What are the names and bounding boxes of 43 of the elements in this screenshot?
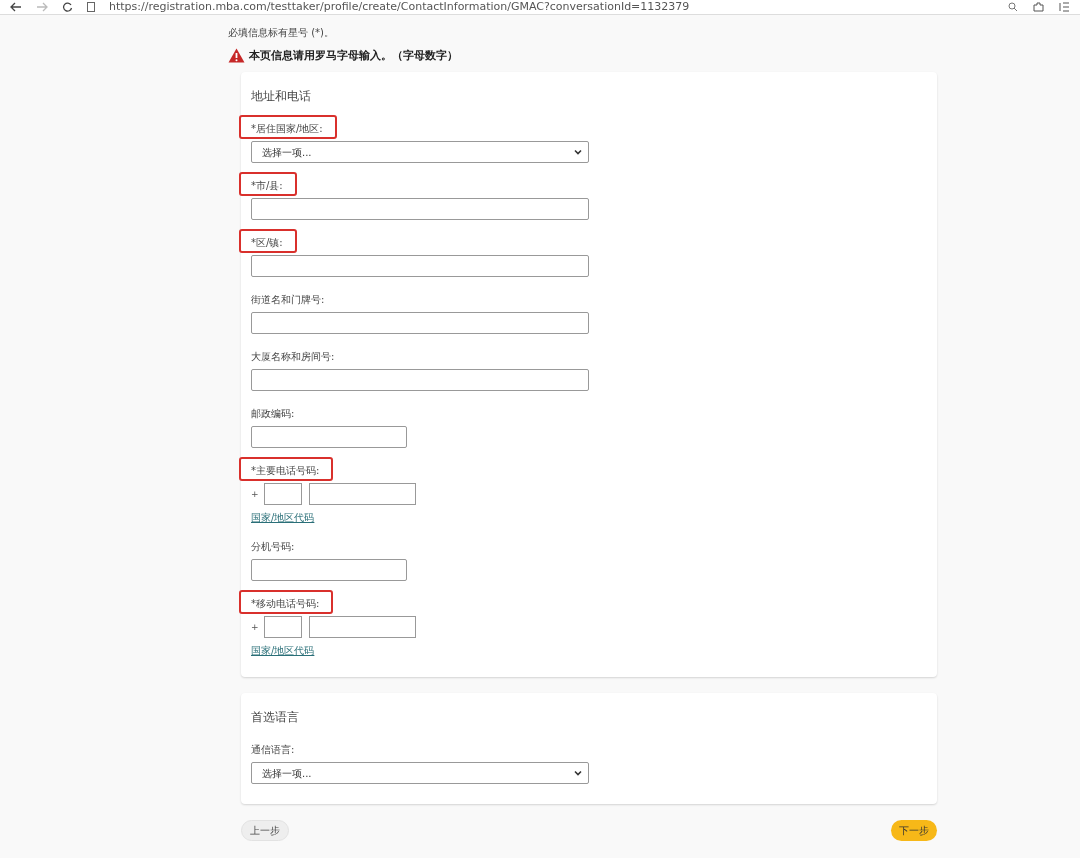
field-label: *主要电话号码:	[239, 457, 334, 481]
field-label: 大厦名称和房间号:	[250, 350, 336, 364]
field-label: *移动电话号码:	[239, 590, 334, 614]
back-arrow-icon[interactable]	[10, 2, 22, 12]
chevron-down-icon	[574, 770, 582, 776]
extension-icon[interactable]	[1032, 2, 1044, 12]
address-bar-url[interactable]: https://registration.mba.com/testtaker/profile/create/ContactInformation/GMAC?conversationId=1132379	[109, 0, 994, 13]
text-input[interactable]	[251, 255, 589, 277]
section-title: 首选语言	[251, 709, 300, 726]
next-button[interactable]: 下一步	[891, 820, 937, 841]
field-label: *居住国家/地区:	[239, 115, 337, 139]
text-input[interactable]	[251, 426, 407, 448]
plus-sign: +	[251, 487, 260, 501]
text-input[interactable]	[251, 198, 589, 220]
field-label: 通信语言:	[250, 743, 296, 757]
country-code-link[interactable]: 国家/地区代码	[251, 644, 315, 657]
back-button[interactable]: 上一步	[241, 820, 289, 841]
reload-icon[interactable]	[62, 2, 73, 12]
text-input[interactable]	[251, 312, 589, 334]
warning-message: 本页信息请用罗马字母输入。（字母数字）	[249, 48, 458, 63]
search-icon[interactable]	[1008, 2, 1018, 12]
section-title: 地址和电话	[251, 88, 312, 105]
warning-icon	[228, 48, 245, 63]
field-label: 分机号码:	[250, 540, 296, 554]
required-note: 必填信息标有星号 (*)。	[228, 26, 335, 40]
country-code-input[interactable]	[264, 616, 302, 638]
phone-number-input[interactable]	[309, 483, 416, 505]
select-dropdown[interactable]: 选择一项...	[251, 141, 589, 163]
forward-arrow-icon[interactable]	[36, 2, 48, 12]
field-label: 街道名和门牌号:	[250, 293, 326, 307]
text-input[interactable]	[251, 559, 407, 581]
field-label: *市/县:	[239, 172, 297, 196]
text-input[interactable]	[251, 369, 589, 391]
plus-sign: +	[251, 620, 260, 634]
field-label: 邮政编码:	[250, 407, 296, 421]
page-icon	[87, 2, 95, 12]
favorites-icon[interactable]	[1058, 2, 1070, 12]
select-dropdown[interactable]: 选择一项...	[251, 762, 589, 784]
field-label: *区/镇:	[239, 229, 297, 253]
country-code-input[interactable]	[264, 483, 302, 505]
phone-number-input[interactable]	[309, 616, 416, 638]
country-code-link[interactable]: 国家/地区代码	[251, 511, 315, 524]
chevron-down-icon	[574, 149, 582, 155]
